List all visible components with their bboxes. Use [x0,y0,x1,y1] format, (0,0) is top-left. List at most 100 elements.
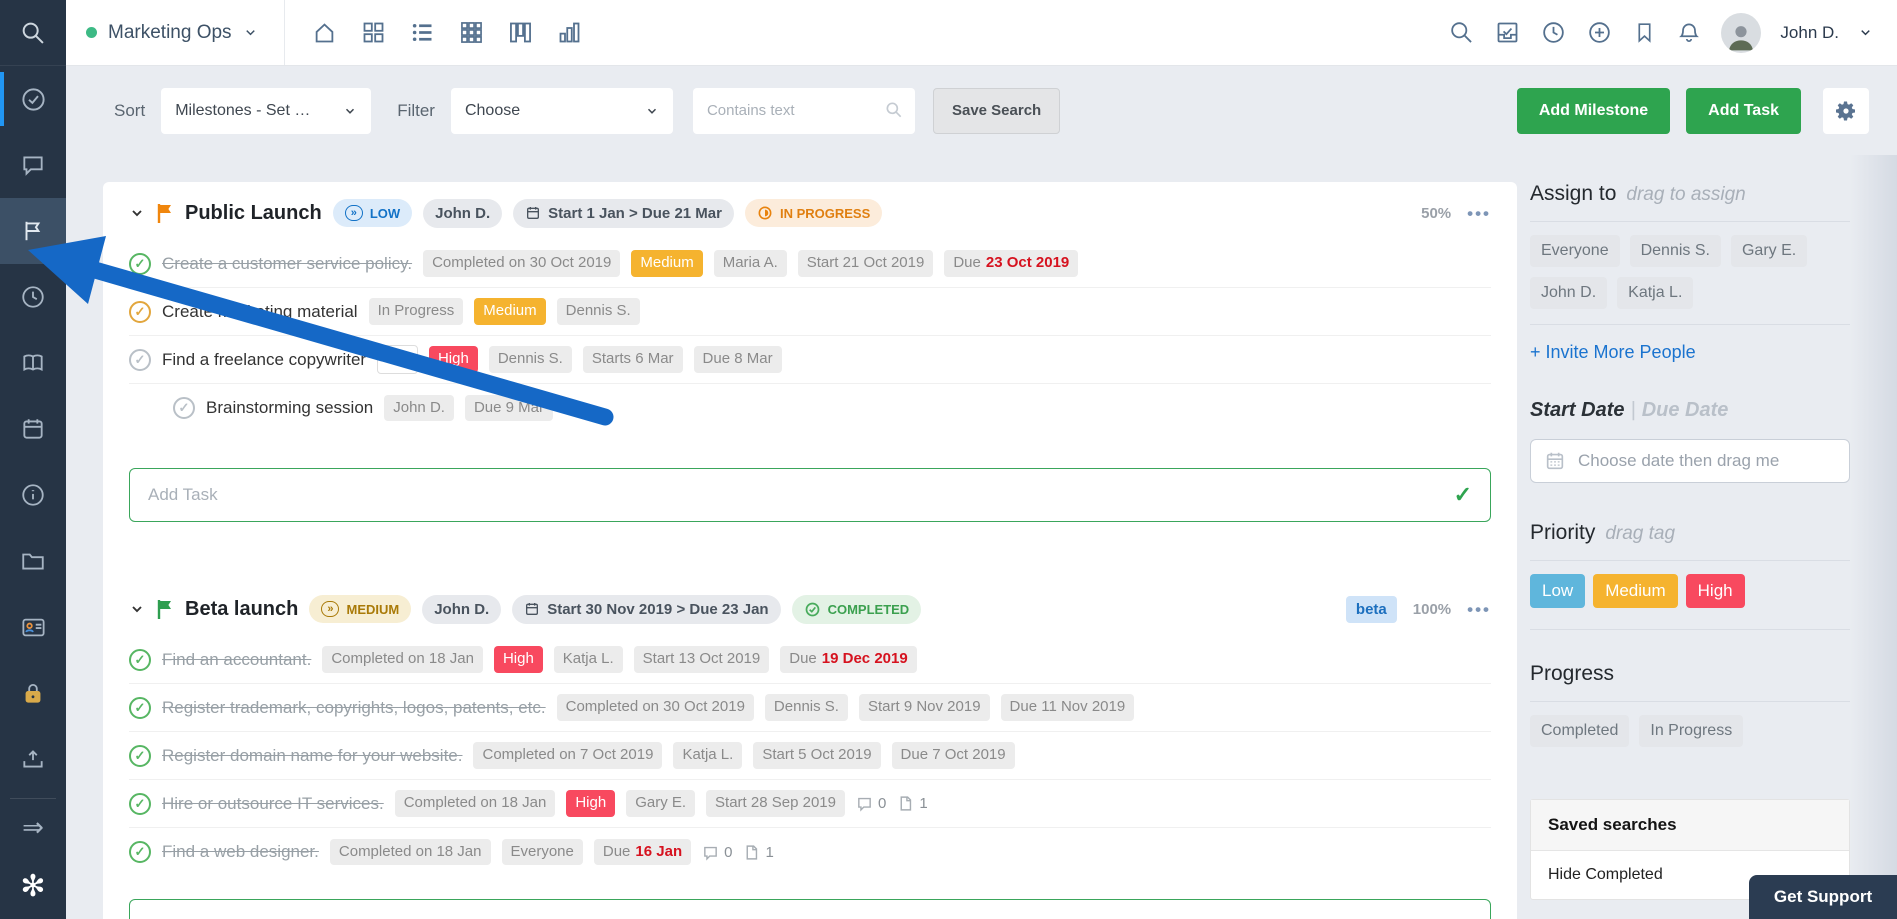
task-check-icon[interactable]: ✓ [129,793,151,815]
task-title[interactable]: Create a customer service policy. [162,254,412,274]
add-plus-icon[interactable] [1586,19,1613,46]
progress-tag-completed[interactable]: Completed [1530,715,1629,747]
task-check-icon[interactable]: ✓ [129,745,151,767]
list-view-icon[interactable] [409,19,436,46]
task-assignee-pill: Katja L. [673,742,742,769]
kanban-view-icon[interactable] [507,19,534,46]
milestone-menu-dots[interactable]: ••• [1467,205,1491,222]
task-title[interactable]: Brainstorming session [206,398,373,418]
notifications-bell-icon[interactable] [1676,20,1702,46]
task-title[interactable]: Find a web designer. [162,842,319,862]
chart-view-icon[interactable] [556,19,583,46]
task-title[interactable]: Register trademark, copyrights, logos, p… [162,698,546,718]
recent-clock-icon[interactable] [1540,19,1567,46]
due-value: 16 Jan [635,844,682,861]
get-support-button[interactable]: Get Support [1749,875,1897,919]
save-search-button[interactable]: Save Search [933,88,1060,134]
milestone-priority-pill: »MEDIUM [309,595,411,623]
assignee-tag[interactable]: Katja L. [1617,277,1693,309]
chevron-down-icon[interactable] [129,205,145,221]
add-milestone-button[interactable]: Add Milestone [1517,88,1670,134]
assignee-tag[interactable]: Gary E. [1731,235,1807,267]
milestone-menu-dots[interactable]: ••• [1467,601,1491,618]
user-avatar[interactable] [1721,13,1761,53]
passwords-lock-icon [20,680,46,706]
sidebar-collapse-toggle[interactable]: ⇒ [0,805,66,849]
task-check-icon[interactable]: ✓ [129,301,151,323]
add-task-button[interactable]: Add Task [1686,88,1801,134]
task-title[interactable]: Find an accountant. [162,650,311,670]
comments-count[interactable]: 0 [856,795,886,812]
sidebar-item-calendar[interactable] [0,396,66,462]
milestone-progress: 100% [1413,601,1451,618]
start-date-heading[interactable]: Start Date [1530,399,1624,421]
sidebar-item-info[interactable] [0,462,66,528]
task-due-pill: Due 11 Nov 2019 [1001,694,1135,721]
sidebar-item-archive[interactable] [0,726,66,792]
priority-tag-low[interactable]: Low [1530,574,1585,608]
chevron-down-icon[interactable] [1858,25,1873,40]
progress-tag-in-progress[interactable]: In Progress [1639,715,1743,747]
task-row: ✓ Find a freelance copywriter 0/1 High D… [129,336,1491,384]
todo-inbox-icon[interactable] [1494,19,1521,46]
board-view-icon[interactable] [360,19,387,46]
bookmark-icon[interactable] [1632,20,1657,45]
inline-add-task-input[interactable] [148,485,1454,505]
sidebar-item-contacts[interactable] [0,594,66,660]
task-check-icon[interactable]: ✓ [129,841,151,863]
sidebar-item-search[interactable] [0,0,66,66]
user-name[interactable]: John D. [1780,23,1839,43]
task-title[interactable]: Create marketing material [162,302,358,322]
assignee-tag[interactable]: John D. [1530,277,1607,309]
task-title[interactable]: Register domain name for your website. [162,746,462,766]
task-due-pill: Due19 Dec 2019 [780,646,916,673]
milestone-header-beta-launch: Beta launch »MEDIUM John D. Start 30 Nov… [129,578,1491,636]
priority-tag-high[interactable]: High [1686,574,1745,608]
sidebar-item-discussions[interactable] [0,132,66,198]
grid-view-icon[interactable] [458,19,485,46]
priority-tag-medium[interactable]: Medium [1593,574,1677,608]
sidebar-item-files[interactable] [0,528,66,594]
assignee-tag[interactable]: Everyone [1530,235,1620,267]
task-due-pill: Due 7 Oct 2019 [892,742,1015,769]
workspace-selector[interactable]: Marketing Ops [66,0,284,65]
confirm-check-icon[interactable]: ✓ [1454,482,1472,508]
info-icon [20,482,46,508]
files-count[interactable]: 1 [897,795,927,812]
contains-text-input[interactable] [693,88,915,134]
task-check-icon[interactable]: ✓ [173,397,195,419]
sidebar-item-passwords[interactable] [0,660,66,726]
search-icon [19,19,47,47]
task-title[interactable]: Find a freelance copywriter [162,350,366,370]
search-icon[interactable] [1448,19,1475,46]
inline-add-task-partial[interactable] [129,899,1491,919]
filter-dropdown[interactable]: Choose [451,88,673,134]
sidebar-logo[interactable]: ✻ [0,861,66,913]
sidebar-item-time[interactable] [0,264,66,330]
date-drag-box[interactable]: Choose date then drag me [1530,439,1850,483]
subtask-count-pill: 0/1 [377,345,418,374]
milestone-title[interactable]: Public Launch [185,202,322,225]
invite-more-people-link[interactable]: + Invite More People [1530,342,1696,363]
task-check-icon[interactable]: ✓ [129,349,151,371]
files-count[interactable]: 1 [743,844,773,861]
home-icon[interactable] [311,19,338,46]
task-check-icon[interactable]: ✓ [129,253,151,275]
sidebar-item-milestones[interactable] [0,198,66,264]
task-check-icon[interactable]: ✓ [129,697,151,719]
comments-count[interactable]: 0 [702,844,732,861]
task-start-pill: Start 5 Oct 2019 [753,742,880,769]
gear-icon [1834,99,1858,123]
chevron-down-icon[interactable] [129,601,145,617]
milestone-title[interactable]: Beta launch [185,598,298,621]
sort-dropdown[interactable]: Milestones - Set … [161,88,371,134]
task-title[interactable]: Hire or outsource IT services. [162,794,384,814]
contacts-card-icon [20,614,47,641]
assignee-tag[interactable]: Dennis S. [1630,235,1721,267]
due-date-heading[interactable]: Due Date [1642,399,1729,421]
task-check-icon[interactable]: ✓ [129,649,151,671]
sidebar-item-tasks[interactable] [0,66,66,132]
settings-button[interactable] [1823,88,1869,134]
divider [1530,221,1850,222]
sidebar-item-wiki[interactable] [0,330,66,396]
